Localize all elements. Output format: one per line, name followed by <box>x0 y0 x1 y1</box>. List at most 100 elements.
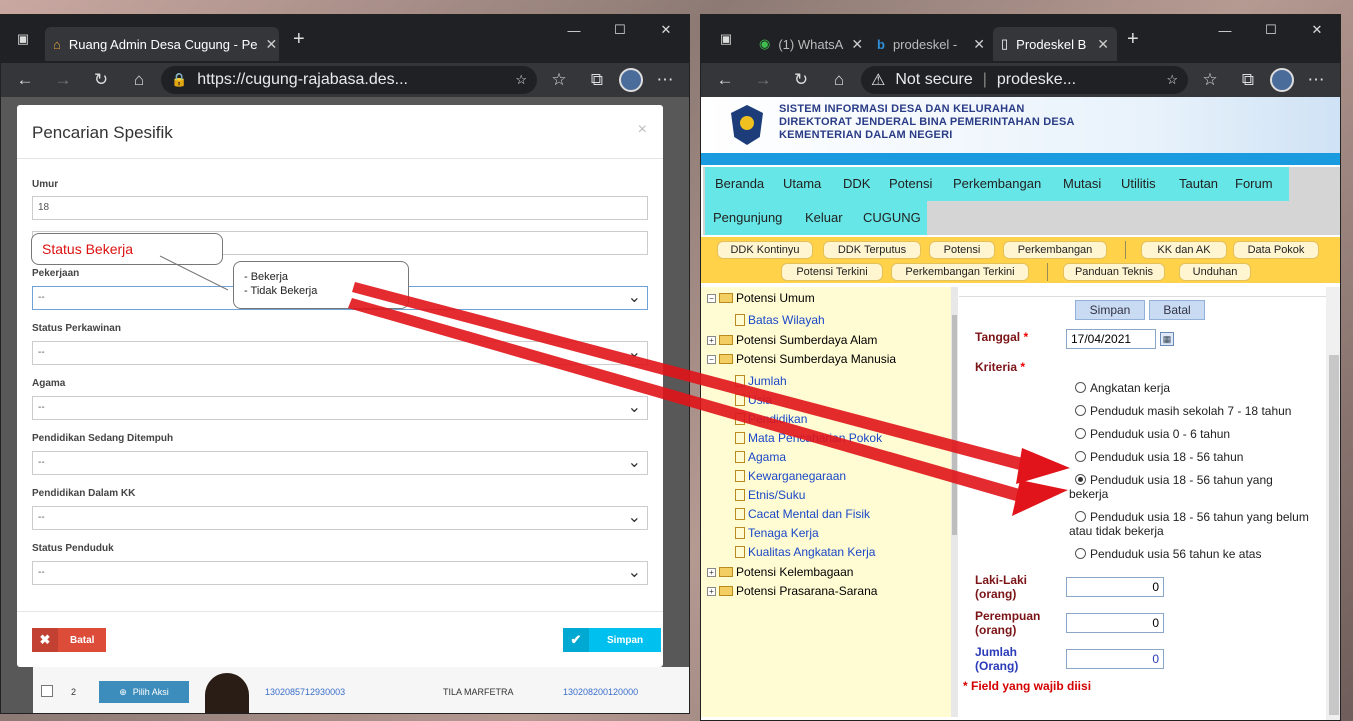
tree-scrollbar-thumb[interactable] <box>952 315 957 535</box>
profile-avatar[interactable] <box>1270 68 1294 92</box>
home-icon[interactable]: ⌂ <box>823 70 855 90</box>
sub-data-pokok[interactable]: Data Pokok <box>1233 241 1319 259</box>
add-favorite-icon[interactable]: ☆ <box>515 72 527 88</box>
collections-icon[interactable]: ⧉ <box>1232 70 1264 90</box>
menu-forum[interactable]: Forum <box>1229 167 1279 201</box>
menu-beranda[interactable]: Beranda <box>709 167 771 201</box>
tab-bing[interactable]: b prodeskel - ✕ <box>869 27 993 61</box>
maximize-button[interactable]: ☐ <box>597 15 643 45</box>
sub-potensi-terkini[interactable]: Potensi Terkini <box>781 263 883 281</box>
url-field[interactable]: ⚠ Not secure | prodeske... ☆ <box>861 66 1188 94</box>
add-favorite-icon[interactable]: ☆ <box>1166 72 1178 88</box>
expand-icon[interactable]: + <box>707 567 716 577</box>
laki-laki-input[interactable]: 0 <box>1066 577 1164 597</box>
tree-leaf[interactable]: Mata Pencaharian Pokok <box>735 431 882 445</box>
favorites-icon[interactable]: ☆ <box>543 70 575 90</box>
tree-leaf[interactable]: Kewarganegaraan <box>735 469 846 483</box>
tree-leaf[interactable]: Usia <box>735 393 772 407</box>
sub-perkembangan[interactable]: Perkembangan <box>1003 241 1107 259</box>
tree-leaf[interactable]: Cacat Mental dan Fisik <box>735 507 870 521</box>
menu-keluar[interactable]: Keluar <box>799 201 849 235</box>
menu-mutasi[interactable]: Mutasi <box>1057 167 1108 201</box>
minimize-button[interactable]: — <box>1202 15 1248 45</box>
collapse-icon[interactable]: − <box>707 293 716 303</box>
sub-panduan-teknis[interactable]: Panduan Teknis <box>1063 263 1165 281</box>
expand-icon[interactable]: + <box>707 335 716 345</box>
home-icon[interactable]: ⌂ <box>123 70 155 90</box>
refresh-icon[interactable]: ↻ <box>85 70 117 90</box>
close-tab-icon[interactable]: ✕ <box>851 36 863 53</box>
pendidikan-ditempuh-select[interactable]: -- <box>32 451 648 475</box>
expand-icon[interactable]: + <box>707 586 716 596</box>
tree-node-prasarana[interactable]: + Potensi Prasarana-Sarana <box>707 584 877 598</box>
close-window-button[interactable]: ✕ <box>1294 15 1340 45</box>
close-icon[interactable]: × <box>638 121 647 139</box>
pendidikan-kk-select[interactable]: -- <box>32 506 648 530</box>
page-scrollbar-thumb[interactable] <box>1329 355 1339 715</box>
status-perkawinan-select[interactable]: -- <box>32 341 648 365</box>
tree-node-potensi-umum[interactable]: − Potensi Umum <box>707 291 815 305</box>
cancel-button[interactable]: Batal <box>1149 300 1205 320</box>
radio-usia-18-56-bekerja[interactable]: Penduduk usia 18 - 56 tahun yang <box>1075 473 1273 487</box>
tree-node-sda[interactable]: + Potensi Sumberdaya Alam <box>707 333 877 347</box>
collapse-icon[interactable]: − <box>707 354 716 364</box>
url-field[interactable]: 🔒 https://cugung-rajabasa.des... ☆ <box>161 66 537 94</box>
save-button[interactable]: Simpan <box>1075 300 1145 320</box>
back-icon[interactable]: ← <box>709 70 741 90</box>
tab-actions-icon[interactable]: ▣ <box>1 31 45 47</box>
minimize-button[interactable]: — <box>551 15 597 45</box>
radio-angkatan-kerja[interactable]: Angkatan kerja <box>1075 381 1170 395</box>
radio-usia-0-6[interactable]: Penduduk usia 0 - 6 tahun <box>1075 427 1230 441</box>
tree-node-sdm[interactable]: − Potensi Sumberdaya Manusia <box>707 352 896 366</box>
umur-input[interactable]: 18 <box>32 196 648 220</box>
sub-potensi[interactable]: Potensi <box>929 241 995 259</box>
tree-leaf-batas-wilayah[interactable]: Batas Wilayah <box>735 313 825 327</box>
new-tab-button[interactable]: + <box>293 28 305 51</box>
row-checkbox[interactable] <box>41 685 53 697</box>
menu-tautan[interactable]: Tautan <box>1173 167 1225 201</box>
forward-icon[interactable]: → <box>47 70 79 90</box>
save-button[interactable]: ✔ Simpan <box>563 628 662 652</box>
tab-whatsapp[interactable]: ◉ (1) WhatsA ✕ <box>751 27 869 61</box>
menu-cugung[interactable]: CUGUNG <box>857 201 927 235</box>
radio-usia-56-atas[interactable]: Penduduk usia 56 tahun ke atas <box>1075 547 1261 561</box>
menu-ddk[interactable]: DDK <box>837 167 877 201</box>
tree-leaf[interactable]: Agama <box>735 450 786 464</box>
close-tab-icon[interactable]: ✕ <box>1097 36 1109 53</box>
menu-utama[interactable]: Utama <box>777 167 828 201</box>
close-tab-icon[interactable]: ✕ <box>265 36 277 53</box>
more-menu-icon[interactable]: ⋯ <box>649 70 681 90</box>
maximize-button[interactable]: ☐ <box>1248 15 1294 45</box>
pilih-aksi-button[interactable]: ⊕ Pilih Aksi <box>99 681 189 703</box>
tanggal-input[interactable]: 17/04/2021 <box>1066 329 1156 349</box>
radio-usia-18-56[interactable]: Penduduk usia 18 - 56 tahun <box>1075 450 1243 464</box>
profile-avatar[interactable] <box>619 68 643 92</box>
sub-ddk-kontinyu[interactable]: DDK Kontinyu <box>717 241 813 259</box>
close-window-button[interactable]: ✕ <box>643 15 689 45</box>
collections-icon[interactable]: ⧉ <box>581 70 613 90</box>
perempuan-input[interactable]: 0 <box>1066 613 1164 633</box>
menu-perkembangan[interactable]: Perkembangan <box>947 167 1048 201</box>
tab-prodeskel[interactable]: ▯ Prodeskel B ✕ <box>993 27 1117 61</box>
nik-link[interactable]: 1302085712930003 <box>265 687 345 697</box>
tree-leaf[interactable]: Tenaga Kerja <box>735 526 819 540</box>
radio-sekolah[interactable]: Penduduk masih sekolah 7 - 18 tahun <box>1075 404 1291 418</box>
back-icon[interactable]: ← <box>9 70 41 90</box>
tree-leaf[interactable]: Jumlah <box>735 374 787 388</box>
tree-leaf[interactable]: Pendidikan <box>735 412 807 426</box>
new-tab-button[interactable]: + <box>1127 28 1139 51</box>
tree-leaf[interactable]: Etnis/Suku <box>735 488 805 502</box>
sub-perkembangan-terkini[interactable]: Perkembangan Terkini <box>891 263 1029 281</box>
tree-leaf[interactable]: Kualitas Angkatan Kerja <box>735 545 875 559</box>
tab-actions-icon[interactable]: ▣ <box>701 31 751 47</box>
menu-utilitis[interactable]: Utilitis <box>1115 167 1162 201</box>
calendar-icon[interactable]: ▦ <box>1160 332 1174 346</box>
radio-usia-18-56-tidak-bekerja[interactable]: Penduduk usia 18 - 56 tahun yang belum <box>1075 510 1309 524</box>
forward-icon[interactable]: → <box>747 70 779 90</box>
close-tab-icon[interactable]: ✕ <box>973 36 985 53</box>
status-penduduk-select[interactable]: -- <box>32 561 648 585</box>
sub-ddk-terputus[interactable]: DDK Terputus <box>823 241 921 259</box>
refresh-icon[interactable]: ↻ <box>785 70 817 90</box>
left-active-tab[interactable]: ⌂ Ruang Admin Desa Cugung - Pe ✕ <box>45 27 279 61</box>
tree-node-kelembagaan[interactable]: + Potensi Kelembagaan <box>707 565 853 579</box>
